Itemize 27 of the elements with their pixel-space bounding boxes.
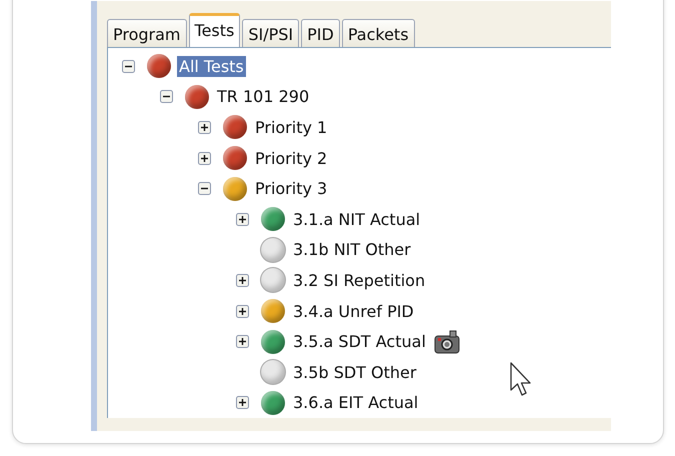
tree-item[interactable]: 3.4.a Unref PID — [291, 300, 416, 322]
tree-item[interactable]: 3.5b SDT Other — [291, 362, 418, 383]
expand-icon[interactable] — [236, 396, 249, 410]
tree-item[interactable]: TR 101 290 — [215, 86, 312, 108]
tree-item[interactable]: 3.5.a SDT Actual — [291, 331, 428, 352]
expand-icon[interactable] — [236, 274, 249, 287]
tree-item[interactable]: 3.6.a EIT Actual — [291, 392, 420, 414]
tree-item[interactable]: Priority 1 — [253, 116, 330, 138]
expand-icon[interactable] — [236, 304, 249, 318]
expand-icon[interactable] — [198, 120, 211, 134]
tab[interactable]: Packets — [342, 19, 415, 47]
tab[interactable]: Program — [107, 19, 187, 47]
tree-item[interactable]: Priority 2 — [253, 148, 330, 169]
expand-icon[interactable] — [236, 335, 249, 348]
collapse-icon[interactable] — [122, 60, 135, 73]
tree-item[interactable]: Priority 3 — [253, 178, 330, 200]
tab[interactable]: Tests — [188, 13, 240, 47]
tab[interactable]: SI/PSI — [242, 19, 300, 47]
tree-item[interactable]: 3.1b NIT Other — [291, 239, 413, 260]
expand-icon[interactable] — [198, 152, 211, 165]
expand-icon[interactable] — [236, 212, 249, 226]
tab[interactable]: PID — [301, 19, 340, 47]
collapse-icon[interactable] — [198, 182, 211, 196]
collapse-icon[interactable] — [160, 90, 173, 104]
tree-item[interactable]: 3.2 SI Repetition — [291, 270, 428, 291]
tree-item[interactable]: 3.1.a NIT Actual — [291, 208, 422, 230]
tree-item[interactable]: All Tests — [177, 56, 246, 77]
